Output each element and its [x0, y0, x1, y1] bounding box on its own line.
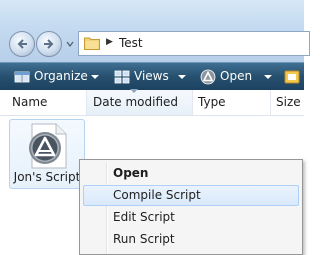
column-header-row: Name Date modified Type Size [0, 89, 304, 116]
applescript-icon [200, 69, 216, 85]
organize-dropdown-icon [91, 75, 99, 79]
views-label: Views [134, 69, 169, 83]
column-header-date-modified-label: Date modified [93, 95, 179, 109]
column-header-date-modified[interactable]: Date modified [87, 89, 193, 115]
organize-label: Organize [34, 69, 88, 83]
folder-icon [84, 37, 100, 50]
menu-item-open[interactable]: Open [83, 163, 299, 184]
views-icon [114, 70, 130, 84]
menu-item-compile-script[interactable]: Compile Script [83, 185, 299, 206]
recent-pages-dropdown-icon[interactable] [66, 40, 74, 48]
breadcrumb-separator-icon[interactable]: ▶ [106, 37, 113, 47]
forward-arrow-icon [44, 39, 54, 49]
organize-icon [14, 71, 30, 83]
print-icon[interactable] [284, 69, 300, 85]
menu-item-run-script[interactable]: Run Script [83, 229, 299, 250]
sort-down-arrow-icon [130, 89, 138, 93]
breadcrumb-test[interactable]: Test [119, 36, 143, 50]
back-button[interactable] [9, 31, 35, 57]
forward-button[interactable] [36, 31, 62, 57]
context-menu: Open Compile Script Edit Script Run Scri… [79, 159, 303, 255]
open-label: Open [220, 69, 253, 83]
column-header-name[interactable]: Name [0, 90, 87, 115]
menu-item-edit-script[interactable]: Edit Script [83, 207, 299, 228]
column-header-type[interactable]: Type [193, 90, 271, 115]
applescript-icon [29, 123, 67, 169]
file-name-label: Jon's Script [13, 170, 81, 184]
address-bar-area: ▶ Test [0, 0, 310, 62]
address-field[interactable]: ▶ Test [78, 31, 310, 56]
views-button[interactable]: Views [114, 63, 190, 91]
back-arrow-icon [17, 39, 27, 49]
organize-button[interactable]: Organize [14, 63, 100, 91]
open-dropdown-icon [264, 75, 272, 79]
file-item-jons-script[interactable]: Jon's Script [9, 119, 85, 189]
views-dropdown-icon [178, 75, 186, 79]
open-button[interactable]: Open [200, 63, 276, 91]
command-toolbar: Organize Views Open [0, 62, 304, 90]
column-header-size[interactable]: Size [271, 90, 311, 115]
